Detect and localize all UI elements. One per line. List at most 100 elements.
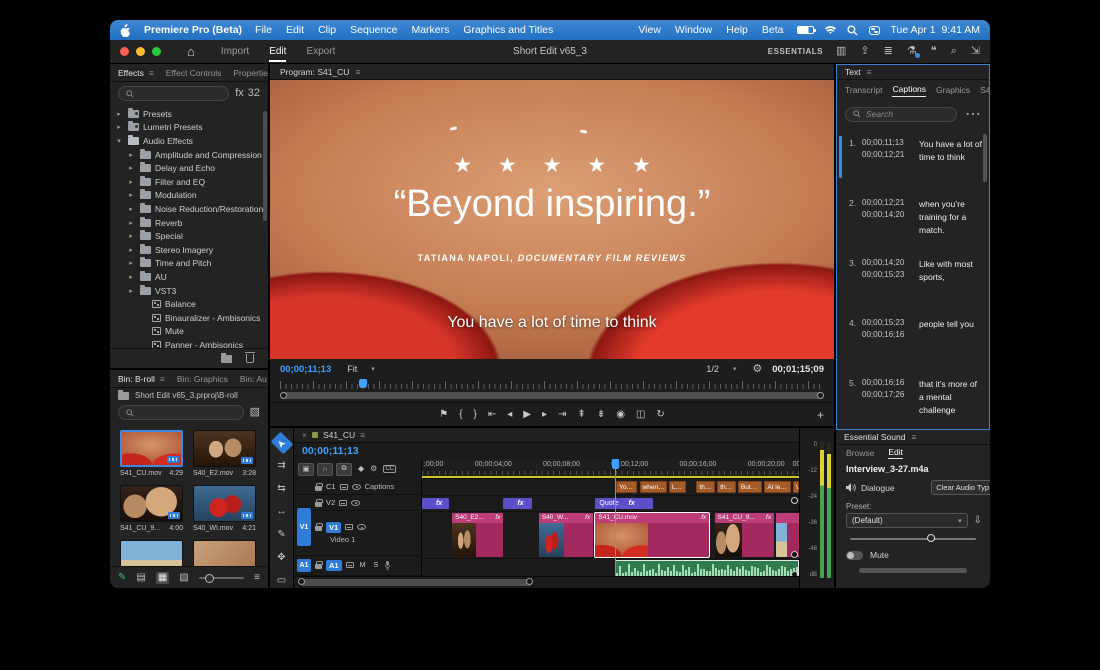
menu-item[interactable]: Graphics and Titles bbox=[463, 24, 553, 36]
bin-clip[interactable]: S40_E2.mov3:28 bbox=[193, 430, 256, 477]
chevron-icon[interactable]: ▸ bbox=[126, 205, 136, 213]
button-editor-icon[interactable]: + bbox=[817, 408, 824, 422]
tab-browse[interactable]: Browse bbox=[846, 448, 874, 458]
monitor-settings-icon[interactable]: ⚙ bbox=[752, 364, 762, 375]
spotlight-icon[interactable] bbox=[847, 25, 858, 36]
track-id[interactable]: V2 bbox=[326, 498, 335, 507]
zoom-tool-icon[interactable]: ⌕ bbox=[951, 46, 957, 57]
chevron-icon[interactable]: ▸ bbox=[126, 232, 136, 240]
panel-menu-icon[interactable]: ≡ bbox=[355, 67, 360, 77]
add-marker-icon[interactable]: ⚑ bbox=[439, 410, 448, 420]
effects-tree-item[interactable]: ▸Time and Pitch bbox=[110, 257, 268, 271]
menu-item[interactable]: Edit bbox=[286, 24, 304, 36]
caption-list-item[interactable]: 3.00;00;14;2000;00;15;23Like with most s… bbox=[837, 252, 987, 312]
step-back-icon[interactable]: ◂ bbox=[507, 410, 512, 420]
clip-thumbnail[interactable] bbox=[120, 430, 183, 467]
bin-clip[interactable] bbox=[193, 540, 256, 566]
clear-audio-type-button[interactable]: Clear Audio Typ bbox=[931, 480, 990, 495]
filter-bin-icon[interactable]: ▧ bbox=[250, 407, 260, 418]
header-nav-tab[interactable]: Import bbox=[221, 42, 249, 62]
menu-item[interactable]: Sequence bbox=[350, 24, 397, 36]
control-center-icon[interactable] bbox=[869, 26, 880, 35]
track-meta-icon[interactable] bbox=[345, 524, 353, 530]
v1-track-header[interactable]: V1 V1 Video 1 bbox=[294, 511, 421, 556]
menu-item[interactable]: Clip bbox=[318, 24, 336, 36]
track-visibility-icon[interactable] bbox=[357, 524, 366, 530]
panel-tab[interactable]: Effects≡ bbox=[118, 68, 154, 78]
zoom-window-button[interactable] bbox=[152, 47, 161, 56]
chevron-icon[interactable]: ▸ bbox=[126, 287, 136, 295]
sequence-tab[interactable]: S41_CU bbox=[323, 430, 355, 440]
go-to-in-icon[interactable]: ⇤ bbox=[488, 410, 496, 420]
track-id[interactable]: C1 bbox=[326, 482, 336, 491]
sort-icon[interactable]: ≡ bbox=[254, 573, 260, 583]
hand-tool[interactable]: ✥ bbox=[273, 551, 291, 565]
go-to-out-icon[interactable]: ⇥ bbox=[558, 410, 566, 420]
mute-toggle[interactable] bbox=[846, 551, 863, 560]
apple-menu-icon[interactable] bbox=[120, 23, 131, 37]
more-options-icon[interactable]: ⋯ bbox=[965, 104, 981, 124]
video-clip[interactable]: S41_CU.movfx bbox=[595, 513, 709, 557]
fx-badge[interactable]: fx bbox=[517, 498, 523, 509]
captions-track-header[interactable]: C1 Captions bbox=[294, 479, 421, 495]
insert-as-nest-icon[interactable]: ▣ bbox=[298, 463, 314, 476]
header-nav-tab[interactable]: Export bbox=[306, 42, 335, 62]
effects-tree-item[interactable]: ▾Audio Effects bbox=[110, 134, 268, 148]
pen-icon[interactable]: ✎ bbox=[118, 573, 126, 583]
caption-text[interactable]: that it’s more of a mental challenge bbox=[919, 378, 983, 426]
freeform-view-icon[interactable]: ▧ bbox=[179, 573, 188, 583]
bin-path[interactable]: Short Edit v65_3.prproj\B-roll bbox=[135, 391, 238, 400]
v2-track-header[interactable]: V2 bbox=[294, 495, 421, 510]
timeline-scrollbar[interactable] bbox=[294, 576, 799, 588]
fx-badge[interactable]: fx bbox=[628, 498, 634, 509]
effects-tree-item[interactable]: ▸Amplitude and Compression bbox=[110, 148, 268, 162]
quick-export-icon[interactable]: ⇪ bbox=[860, 46, 869, 57]
thumbnail-view-icon[interactable]: ▦ bbox=[156, 572, 169, 584]
panel-tab[interactable]: Bin: Graphics≡ bbox=[177, 374, 228, 384]
chevron-icon[interactable]: ▸ bbox=[126, 259, 136, 267]
zoom-level-select[interactable]: Fit▾ bbox=[341, 363, 381, 375]
tab-edit[interactable]: Edit bbox=[888, 447, 903, 459]
bin-clip[interactable] bbox=[120, 540, 183, 566]
monitor-playhead[interactable] bbox=[359, 379, 367, 388]
video-clip[interactable]: S40_E2...fx bbox=[452, 513, 503, 557]
chevron-icon[interactable]: ▸ bbox=[126, 191, 136, 199]
panel-tab[interactable]: Effect Controls≡ bbox=[166, 68, 222, 78]
export-frame-icon[interactable]: ◉ bbox=[616, 410, 625, 420]
timeline-ruler[interactable]: ;00;0000;00;04;0000;00;08;0000;00;12;000… bbox=[422, 459, 799, 479]
text-panel-title[interactable]: Text bbox=[845, 67, 861, 77]
captions-search-input[interactable]: Search bbox=[845, 107, 957, 122]
volume-slider[interactable] bbox=[850, 538, 976, 540]
caption-text[interactable]: Like with most sports, bbox=[919, 258, 983, 306]
effects-tree-item[interactable]: ▸VST3 bbox=[110, 284, 268, 298]
preset-select[interactable]: (Default)▾ bbox=[846, 513, 968, 528]
panel-menu-icon[interactable]: ≡ bbox=[360, 430, 365, 440]
clip-thumbnail[interactable] bbox=[120, 540, 183, 566]
playback-resolution-select[interactable]: 1/2▾ bbox=[700, 363, 742, 375]
caption-clip[interactable]: Yo… bbox=[616, 481, 637, 493]
source-patch-v1[interactable]: V1 bbox=[297, 508, 311, 546]
caption-clip[interactable]: But… bbox=[738, 481, 762, 493]
panel-menu-icon[interactable]: ≡ bbox=[160, 374, 165, 384]
track-meta-icon[interactable] bbox=[340, 484, 348, 490]
effects-tree-item[interactable]: ▸Filter and EQ bbox=[110, 175, 268, 189]
clip-thumbnail[interactable] bbox=[193, 430, 256, 467]
timeline-playhead[interactable] bbox=[615, 459, 616, 576]
timeline-track-area[interactable]: ;00;0000;00;04;0000;00;08;0000;00;12;000… bbox=[422, 459, 799, 576]
close-sequence-icon[interactable]: × bbox=[302, 430, 307, 440]
video-clip[interactable]: S40_W...fx bbox=[539, 513, 593, 557]
graphic-clip[interactable]: Quotefx bbox=[595, 498, 652, 509]
effects-tree-item[interactable]: Binauralizer - Ambisonics bbox=[110, 311, 268, 325]
workspace-icon[interactable]: ▥ bbox=[836, 46, 846, 57]
clip-thumbnail[interactable] bbox=[193, 485, 256, 522]
effects-search-input[interactable] bbox=[118, 86, 229, 101]
lock-icon[interactable] bbox=[315, 486, 322, 491]
caption-clip[interactable]: when… bbox=[640, 481, 667, 493]
menu-item[interactable]: File bbox=[255, 24, 272, 36]
caption-list-item[interactable]: 1.00;00;11;1300;00;12;21You have a lot o… bbox=[837, 132, 987, 192]
chevron-icon[interactable]: ▸ bbox=[114, 123, 124, 131]
comments-icon[interactable]: ❝ bbox=[931, 46, 937, 57]
play-icon[interactable]: ▶ bbox=[523, 410, 531, 420]
track-scroll-knob[interactable] bbox=[791, 571, 798, 576]
caption-clip[interactable]: At le… bbox=[764, 481, 790, 493]
